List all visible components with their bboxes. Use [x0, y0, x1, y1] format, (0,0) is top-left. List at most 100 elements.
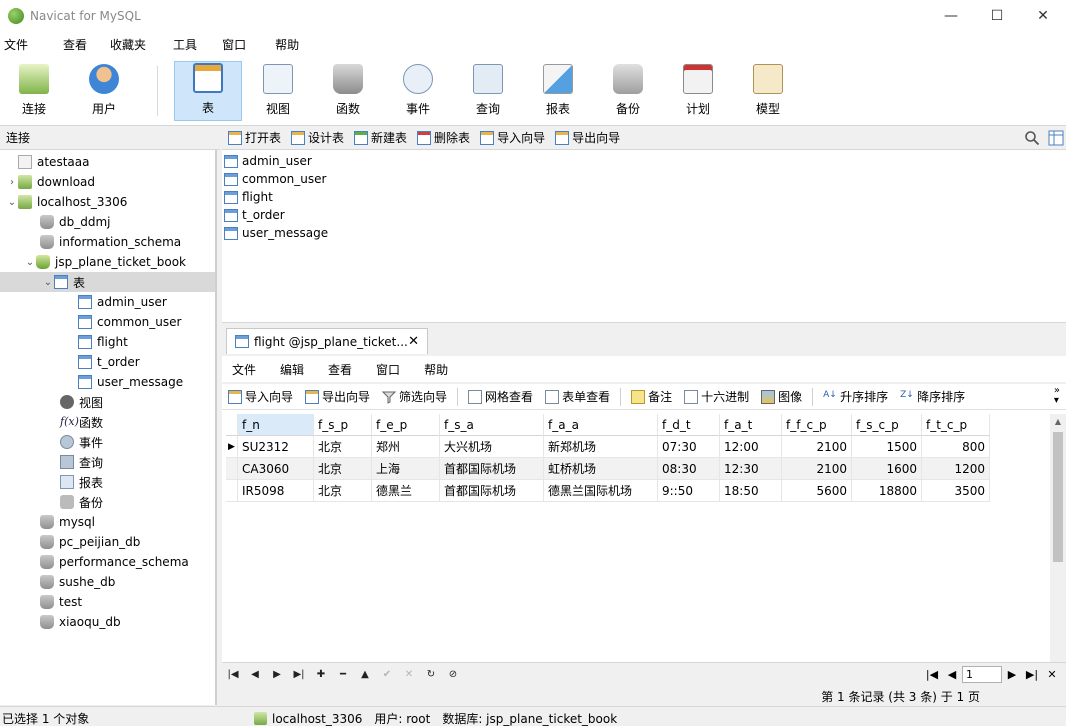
inner-menu-window[interactable]: 窗口 — [376, 361, 400, 378]
chevron-down-icon[interactable]: ⌄ — [24, 257, 36, 268]
tree-item-tables-folder[interactable]: ⌄ 表 — [0, 272, 215, 292]
toolbar-connection-button[interactable]: 连接 — [0, 61, 68, 121]
grid-cell[interactable]: 08:30 — [658, 458, 720, 480]
chevron-down-icon[interactable]: ⌄ — [6, 197, 18, 208]
pager-settings-icon[interactable]: ✕ — [1042, 668, 1062, 681]
tree-item-pc-peijian-db[interactable]: pc_peijian_db — [0, 532, 215, 552]
grid-cell[interactable]: 首都国际机场 — [440, 458, 544, 480]
grid-cell[interactable]: CA3060 — [238, 458, 314, 480]
column-header[interactable]: f_f_c_p — [782, 414, 852, 436]
grid-cell[interactable]: 12:30 — [720, 458, 782, 480]
scroll-up-icon[interactable]: ▲ — [1050, 414, 1066, 430]
toolbar-function-button[interactable]: 函数 — [314, 61, 382, 121]
tree-item-admin-user[interactable]: admin_user — [0, 292, 215, 312]
toolbar-backup-button[interactable]: 备份 — [594, 61, 662, 121]
grid-cell[interactable]: 首都国际机场 — [440, 480, 544, 502]
inner-menu-edit[interactable]: 编辑 — [280, 361, 304, 378]
list-item-flight[interactable]: flight — [224, 188, 273, 206]
tree-item-t-order[interactable]: t_order — [0, 352, 215, 372]
table-row[interactable]: ▶ SU2312 北京 郑州 大兴机场 新郑机场 07:30 12:00 210… — [226, 436, 990, 458]
form-view-button[interactable]: 表单查看 — [545, 388, 610, 405]
toolbar-table-button[interactable]: 表 — [174, 61, 242, 121]
grid-cell[interactable]: SU2312 — [238, 436, 314, 458]
tree-item-jsp-plane-ticket-book[interactable]: ⌄ jsp_plane_ticket_book — [0, 252, 215, 272]
last-page-icon[interactable]: ▶| — [1022, 668, 1042, 681]
column-header[interactable]: f_e_p — [372, 414, 440, 436]
tree-item-reports[interactable]: 报表 — [0, 472, 215, 492]
menu-view[interactable]: 查看 — [59, 36, 100, 53]
grid-cell[interactable]: 德黑兰 — [372, 480, 440, 502]
menu-help[interactable]: 帮助 — [271, 36, 312, 53]
list-item-common-user[interactable]: common_user — [224, 170, 326, 188]
grid-cell[interactable]: 2100 — [782, 458, 852, 480]
grid-cell[interactable]: 5600 — [782, 480, 852, 502]
delete-record-icon[interactable]: ━ — [332, 669, 354, 680]
previous-record-icon[interactable]: ◀ — [244, 669, 266, 680]
delete-table-button[interactable]: 删除表 — [417, 129, 470, 146]
add-record-icon[interactable]: ✚ — [310, 669, 332, 680]
tree-item-common-user[interactable]: common_user — [0, 312, 215, 332]
grid-cell[interactable]: 800 — [922, 436, 990, 458]
grid-view-button[interactable]: 网格查看 — [468, 388, 533, 405]
page-number-input[interactable]: 1 — [962, 666, 1002, 683]
tree-item-events[interactable]: 事件 — [0, 432, 215, 452]
image-button[interactable]: 图像 — [761, 388, 802, 405]
grid-cell[interactable]: 1200 — [922, 458, 990, 480]
design-table-button[interactable]: 设计表 — [291, 129, 344, 146]
grid-cell[interactable]: 郑州 — [372, 436, 440, 458]
grid-view-icon[interactable] — [1048, 130, 1064, 146]
first-record-icon[interactable]: |◀ — [222, 669, 244, 680]
menu-favorites[interactable]: 收藏夹 — [106, 36, 159, 53]
toolbar-user-button[interactable]: 用户 — [70, 61, 138, 121]
tree-item-xiaoqu-db[interactable]: xiaoqu_db — [0, 612, 215, 632]
column-header[interactable]: f_s_p — [314, 414, 372, 436]
first-page-icon[interactable]: |◀ — [922, 668, 942, 681]
stop-icon[interactable]: ⊘ — [442, 669, 464, 680]
grid-cell[interactable]: 北京 — [314, 458, 372, 480]
grid-cell[interactable]: 新郑机场 — [544, 436, 658, 458]
column-header[interactable]: f_a_t — [720, 414, 782, 436]
tree-item-queries[interactable]: 查询 — [0, 452, 215, 472]
tree-item-mysql[interactable]: mysql — [0, 512, 215, 532]
new-table-button[interactable]: 新建表 — [354, 129, 407, 146]
toolbar-model-button[interactable]: 模型 — [734, 61, 802, 121]
edit-record-icon[interactable]: ▲ — [354, 669, 376, 680]
tree-item-user-message[interactable]: user_message — [0, 372, 215, 392]
grid-cell[interactable]: 3500 — [922, 480, 990, 502]
apply-changes-icon[interactable]: ✔ — [376, 669, 398, 680]
grid-cell[interactable]: 2100 — [782, 436, 852, 458]
chevron-right-icon[interactable]: › — [6, 177, 18, 188]
grid-cell[interactable]: 上海 — [372, 458, 440, 480]
grid-export-wizard-button[interactable]: 导出向导 — [305, 388, 370, 405]
grid-cell[interactable]: 9::50 — [658, 480, 720, 502]
menu-file[interactable]: 文件 — [0, 36, 41, 53]
hex-button[interactable]: 十六进制 — [684, 388, 749, 405]
grid-cell[interactable]: 07:30 — [658, 436, 720, 458]
table-row[interactable]: IR5098 北京 德黑兰 首都国际机场 德黑兰国际机场 9::50 18:50… — [226, 480, 990, 502]
grid-cell[interactable]: 1500 — [852, 436, 922, 458]
grid-cell[interactable]: IR5098 — [238, 480, 314, 502]
menu-window[interactable]: 窗口 — [218, 36, 259, 53]
chevron-down-icon[interactable]: ⌄ — [42, 277, 54, 288]
column-header[interactable]: f_s_c_p — [852, 414, 922, 436]
grid-cell[interactable]: 12:00 — [720, 436, 782, 458]
grid-cell[interactable]: 18800 — [852, 480, 922, 502]
minimize-icon[interactable]: — — [928, 0, 974, 32]
toolbar-report-button[interactable]: 报表 — [524, 61, 592, 121]
tree-item-sushe-db[interactable]: sushe_db — [0, 572, 215, 592]
tree-item-atestaaa[interactable]: atestaaa — [0, 152, 215, 172]
refresh-icon[interactable]: ↻ — [420, 669, 442, 680]
grid-cell[interactable]: 北京 — [314, 480, 372, 502]
filter-wizard-button[interactable]: 筛选向导 — [382, 388, 447, 405]
search-icon[interactable] — [1024, 130, 1040, 146]
vertical-scrollbar[interactable]: ▲ — [1050, 414, 1066, 662]
inner-menu-view[interactable]: 查看 — [328, 361, 352, 378]
tree-item-views[interactable]: 视图 — [0, 392, 215, 412]
grid-cell[interactable]: 德黑兰国际机场 — [544, 480, 658, 502]
discard-changes-icon[interactable]: ✕ — [398, 669, 420, 680]
toolbar-schedule-button[interactable]: 计划 — [664, 61, 732, 121]
grid-cell[interactable]: 大兴机场 — [440, 436, 544, 458]
close-tab-icon[interactable]: ✕ — [408, 334, 419, 349]
list-item-user-message[interactable]: user_message — [224, 224, 328, 242]
maximize-icon[interactable]: ☐ — [974, 0, 1020, 32]
